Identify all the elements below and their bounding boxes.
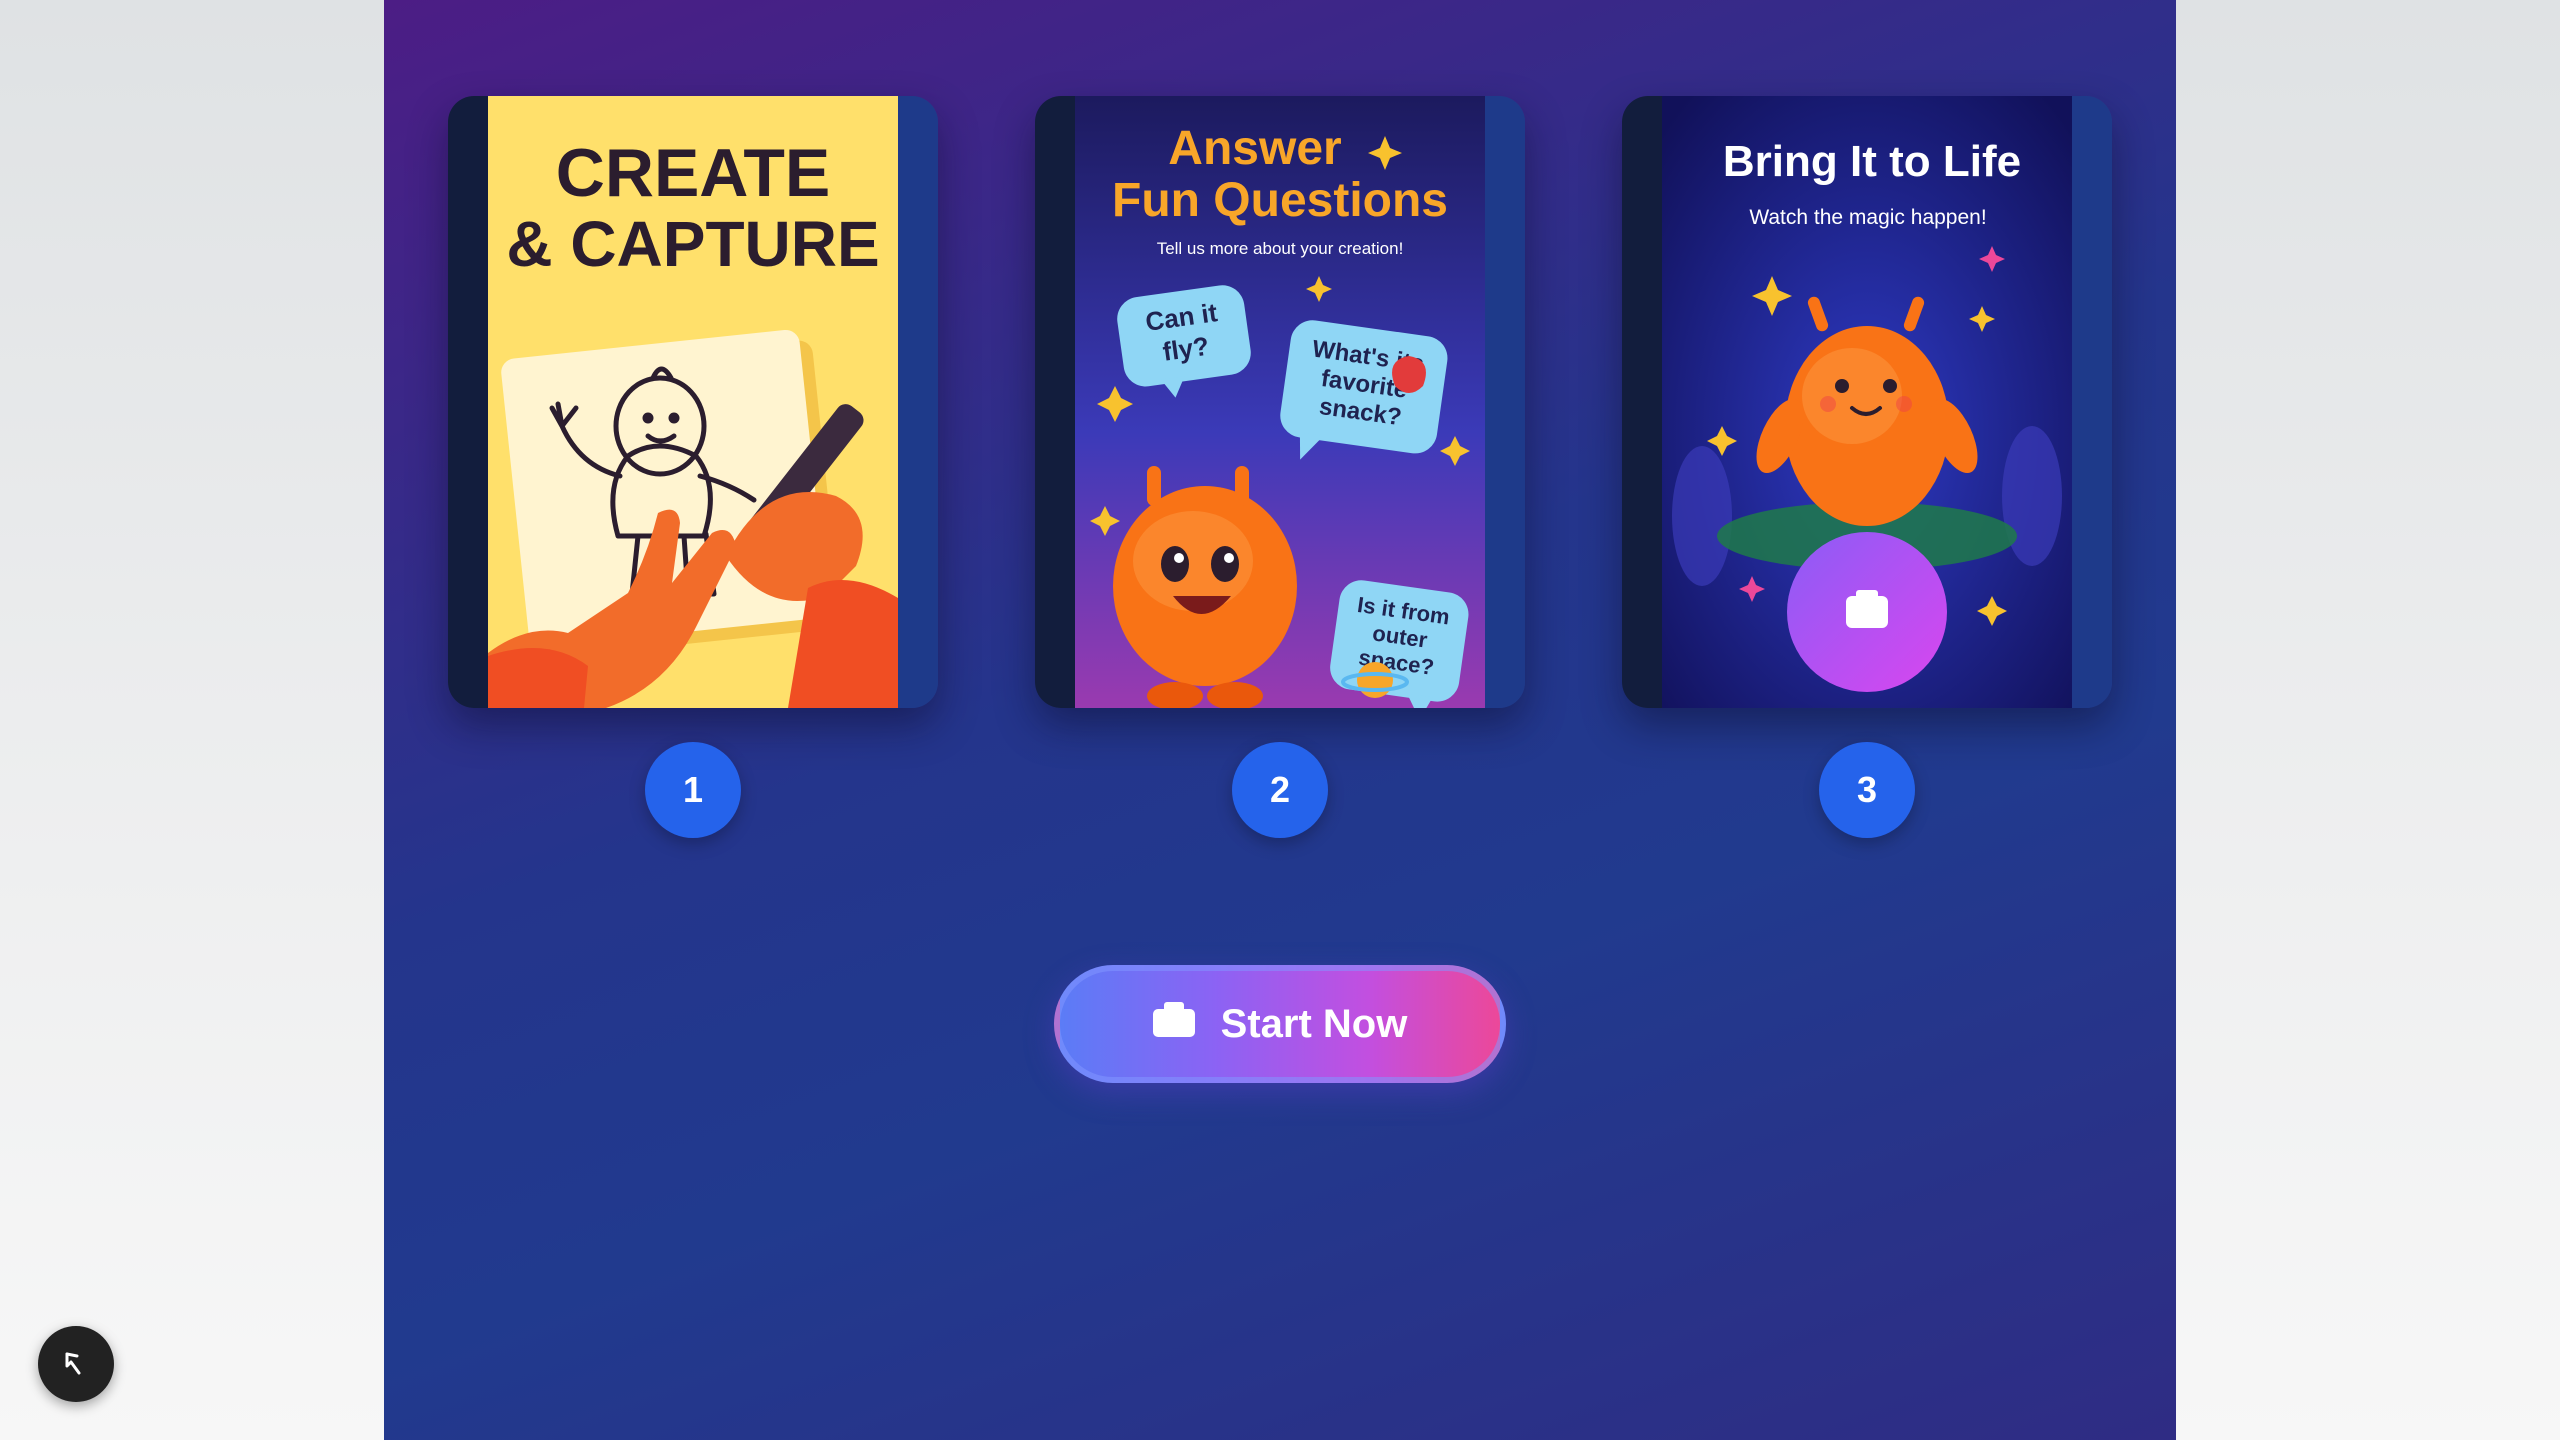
step-card-create-capture[interactable]: CREATE & CAPTURE	[448, 96, 938, 708]
create-capture-illustration: CREATE & CAPTURE	[488, 96, 898, 708]
step-badge-2: 2	[1232, 742, 1328, 838]
card2-title-line1: Answer	[1168, 122, 1341, 175]
answer-questions-illustration: Answer Fun Questions Tell us more about …	[1075, 96, 1485, 708]
cursor-arrow-icon	[65, 1352, 81, 1375]
bubble1-line2: fly?	[1161, 331, 1211, 367]
card3-title: Bring It to Life	[1723, 137, 2021, 186]
step-badge-3: 3	[1819, 742, 1915, 838]
card3-subtitle: Watch the magic happen!	[1749, 206, 1986, 229]
start-now-button[interactable]: Start Now	[1054, 965, 1506, 1083]
card1-title-line1: CREATE	[556, 135, 831, 211]
main-panel: CREATE & CAPTURE Answer Fun Questions Te…	[384, 0, 2176, 1440]
card1-title-line2: & CAPTURE	[506, 208, 879, 280]
card2-title-line2: Fun Questions	[1112, 174, 1448, 227]
step-card-bring-to-life[interactable]: Bring It to Life Watch the magic happen!	[1622, 96, 2112, 708]
step-card-answer-questions[interactable]: Answer Fun Questions Tell us more about …	[1035, 96, 1525, 708]
step-badge-1: 1	[645, 742, 741, 838]
camera-icon	[1152, 1001, 1195, 1047]
card2-subtitle: Tell us more about your creation!	[1157, 239, 1404, 258]
corner-cursor-button[interactable]	[38, 1326, 114, 1402]
bring-to-life-illustration: Bring It to Life Watch the magic happen!	[1662, 96, 2072, 708]
start-now-label: Start Now	[1220, 1001, 1408, 1046]
